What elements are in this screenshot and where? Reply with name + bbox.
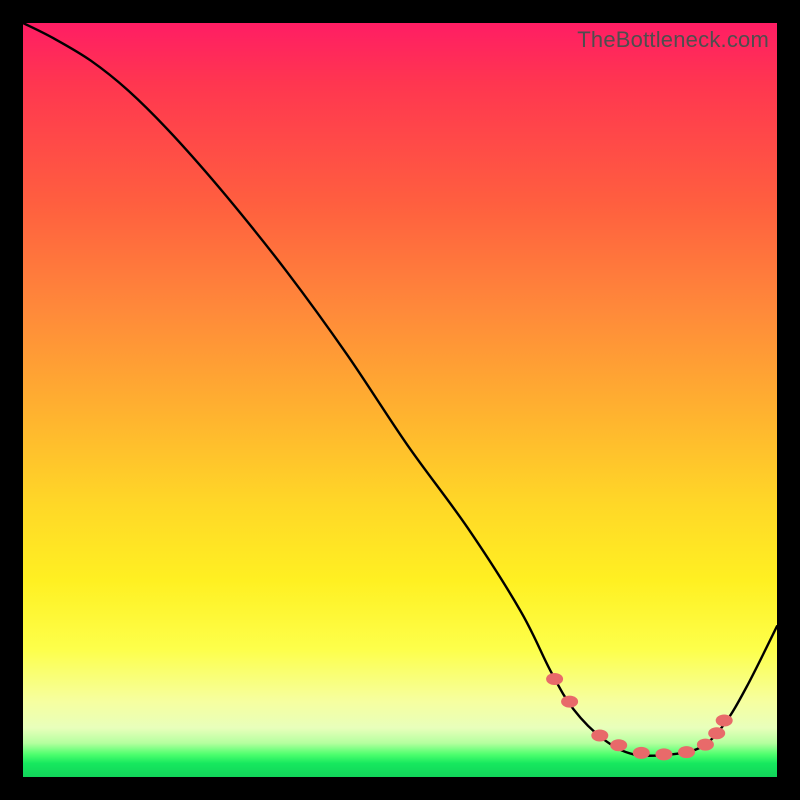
curve-marker [708,727,725,739]
bottleneck-curve [23,23,777,756]
curve-marker [591,730,608,742]
chart-frame: TheBottleneck.com [0,0,800,800]
curve-marker [561,696,578,708]
curve-marker [716,715,733,727]
curve-marker [655,748,672,760]
marker-group [546,673,733,760]
chart-svg [23,23,777,777]
curve-marker [546,673,563,685]
curve-marker [697,739,714,751]
plot-area: TheBottleneck.com [23,23,777,777]
curve-marker [633,747,650,759]
curve-marker [610,739,627,751]
curve-marker [678,746,695,758]
